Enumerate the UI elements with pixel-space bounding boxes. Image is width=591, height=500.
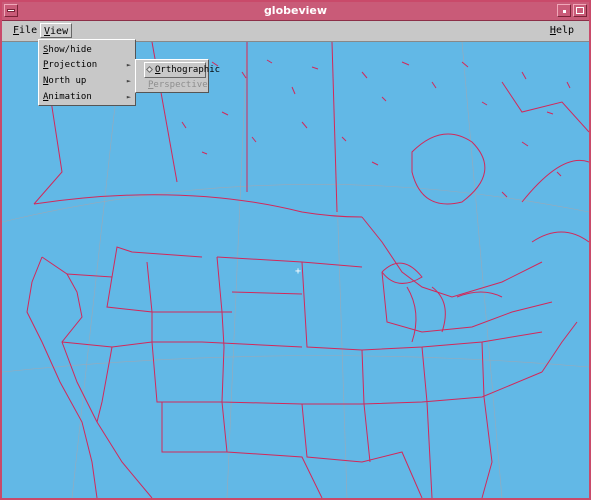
minimize-button[interactable] [557, 4, 571, 17]
globe-map-canvas[interactable]: + [2, 42, 589, 498]
menu-help-label: elp [555, 25, 574, 36]
projection-submenu: Orthographic Perspective [135, 59, 220, 93]
window-title: globeview [263, 4, 328, 17]
submenu-item-perspective[interactable]: Perspective [146, 78, 208, 92]
islands-detail [181, 59, 571, 198]
submenu-item-orthographic[interactable]: Orthographic [144, 62, 220, 78]
menu-help[interactable]: Help [547, 23, 577, 38]
menu-view-label: iew [50, 26, 69, 37]
globeview-window: globeview File View Help + Show/hide Pro… [0, 0, 591, 500]
political-borders [26, 42, 578, 498]
menu-item-north-up[interactable]: North up ► [43, 74, 131, 89]
menu-item-projection[interactable]: Projection ► [43, 58, 131, 73]
menu-item-label: nimation [48, 92, 92, 102]
submenu-item-label: rthographic [160, 65, 221, 75]
submenu-item-label: erspective [153, 80, 208, 90]
maximize-button[interactable] [573, 4, 587, 17]
title-bar[interactable]: globeview [2, 2, 589, 21]
radio-selected-icon [145, 65, 154, 74]
lakes-and-coast [381, 81, 589, 343]
menu-file-label: ile [19, 25, 38, 36]
menu-item-label: orth up [48, 76, 87, 86]
menu-item-show-hide-maps[interactable]: Show/hide Maps... [43, 43, 131, 70]
menu-item-animation[interactable]: Animation ► [43, 90, 131, 105]
map-cursor: + [295, 266, 301, 277]
map-drawing: + [2, 42, 589, 498]
submenu-arrow-icon: ► [126, 93, 131, 101]
menu-item-label: rojection [48, 60, 98, 70]
view-menu-dropdown: Show/hide Maps... Projection► North up► … [38, 39, 136, 106]
menu-view[interactable]: View [40, 23, 73, 38]
menu-file[interactable]: File [10, 23, 40, 38]
submenu-arrow-icon: ► [126, 77, 131, 85]
submenu-arrow-icon: ► [126, 61, 131, 69]
